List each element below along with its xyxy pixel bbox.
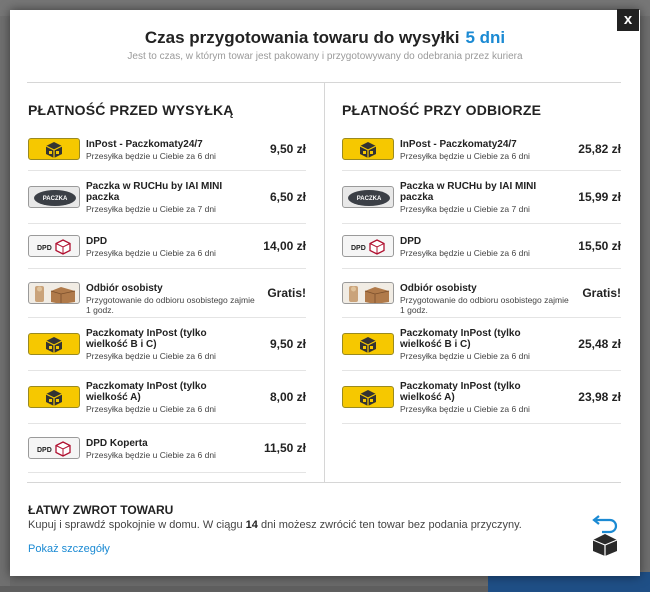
background-left bbox=[0, 16, 10, 586]
shipping-option-row: PACZKA Paczka w RUCHu by IAI MINI paczka P… bbox=[28, 171, 306, 224]
svg-text:DPD: DPD bbox=[37, 447, 52, 454]
shipping-option-price: Gratis! bbox=[267, 286, 306, 300]
inpost-logo-icon bbox=[28, 138, 80, 160]
dpd-logo-icon: DPD bbox=[342, 235, 394, 257]
ruch-logo-icon: PACZKA bbox=[342, 186, 394, 208]
shipping-option-description: Przesyłka będzie u Ciebie za 6 dni bbox=[400, 351, 530, 361]
easy-return-title: ŁATWY ZWROT TOWARU bbox=[28, 503, 174, 517]
shipping-option-description: Przesyłka będzie u Ciebie za 6 dni bbox=[400, 247, 530, 258]
shipping-option-row: InPost - Paczkomaty24/7 Przesyłka będzie … bbox=[342, 129, 621, 171]
background-right bbox=[640, 16, 650, 586]
shipping-option-description: Przesyłka będzie u Ciebie za 6 dni bbox=[86, 247, 216, 258]
shipping-option-row: Paczkomaty InPost (tylko wielkość A) Prze… bbox=[342, 371, 621, 424]
shipping-option-price: 15,99 zł bbox=[578, 190, 621, 204]
shipping-option-row: DPD DPD Przesyłka będzie u Ciebie za 6 dni… bbox=[28, 224, 306, 269]
shipping-option-price: 8,00 zł bbox=[269, 390, 306, 404]
shipping-option-name: InPost - Paczkomaty24/7 bbox=[400, 139, 517, 150]
preparation-days: 5 dni bbox=[465, 28, 506, 47]
easy-return-text: Kupuj i sprawdź spokojnie w domu. W ciąg… bbox=[28, 519, 522, 531]
shipping-option-name: Paczkomaty InPost (tylko wielkość B i C) bbox=[400, 328, 521, 350]
inpost-logo-icon bbox=[28, 333, 80, 355]
inpost-logo-icon bbox=[342, 138, 394, 160]
shipping-option-description: Przygotowanie do odbioru osobistego zajm… bbox=[400, 294, 569, 315]
shipping-option-row: Paczkomaty InPost (tylko wielkość B i C)… bbox=[342, 318, 621, 371]
shipping-option-price: 25,48 zł bbox=[578, 337, 621, 351]
column-divider bbox=[324, 83, 325, 482]
dpd-logo-icon: DPD bbox=[28, 235, 80, 257]
shipping-option-row: Odbiór osobisty Przygotowanie do odbioru … bbox=[28, 269, 306, 318]
modal-subtitle: Jest to czas, w którym towar jest pakowa… bbox=[127, 51, 523, 62]
shipping-option-price: 9,50 zł bbox=[269, 337, 306, 351]
svg-text:PACZKA: PACZKA bbox=[357, 196, 382, 202]
shipping-option-price: 9,50 zł bbox=[269, 142, 306, 156]
show-details-link[interactable]: Pokaż szczegóły bbox=[28, 543, 110, 555]
shipping-option-name: Paczkomaty InPost (tylko wielkość A) bbox=[86, 381, 207, 403]
shipping-option-price: 6,50 zł bbox=[269, 190, 306, 204]
shipping-option-name: DPD bbox=[86, 235, 108, 247]
personal-pickup-icon bbox=[342, 282, 394, 304]
shipping-option-price: 15,50 zł bbox=[578, 239, 621, 253]
shipping-option-price: 11,50 zł bbox=[263, 441, 306, 455]
return-box-icon bbox=[590, 514, 620, 561]
shipping-option-row: PACZKA Paczka w RUCHu by IAI MINI paczka P… bbox=[342, 171, 621, 224]
shipping-option-price: 23,98 zł bbox=[578, 390, 621, 404]
shipping-option-row: DPD DPD Przesyłka będzie u Ciebie za 6 dni… bbox=[342, 224, 621, 269]
shipping-option-row: Odbiór osobisty Przygotowanie do odbioru … bbox=[342, 269, 621, 318]
shipping-option-name: Odbiór osobisty bbox=[400, 282, 477, 294]
shipping-option-description: Przesyłka będzie u Ciebie za 6 dni bbox=[86, 351, 216, 361]
personal-pickup-icon bbox=[28, 282, 80, 304]
shipping-option-name: Odbiór osobisty bbox=[86, 282, 163, 294]
shipping-option-description: Przesyłka będzie u Ciebie za 7 dni bbox=[400, 204, 530, 214]
shipping-option-description: Przesyłka będzie u Ciebie za 6 dni bbox=[86, 151, 216, 161]
shipping-option-name: Paczkomaty InPost (tylko wielkość B i C) bbox=[86, 328, 207, 350]
shipping-option-price: 14,00 zł bbox=[263, 239, 306, 253]
return-days: 14 bbox=[245, 519, 258, 531]
shipping-option-description: Przesyłka będzie u Ciebie za 6 dni bbox=[400, 404, 530, 414]
svg-text:DPD: DPD bbox=[351, 245, 366, 252]
shipping-option-name: Paczkomaty InPost (tylko wielkość A) bbox=[400, 381, 521, 403]
shipping-option-name: Paczka w RUCHu by IAI MINI paczka bbox=[400, 181, 537, 203]
divider bbox=[27, 482, 621, 483]
shipping-option-name: Paczka w RUCHu by IAI MINI paczka bbox=[86, 181, 223, 203]
dpd-logo-icon: DPD bbox=[28, 437, 80, 459]
shipping-option-row: DPD DPD Koperta Przesyłka będzie u Ciebie … bbox=[28, 424, 306, 473]
inpost-logo-icon bbox=[28, 386, 80, 408]
shipping-option-description: Przesyłka będzie u Ciebie za 7 dni bbox=[86, 204, 216, 214]
inpost-logo-icon bbox=[342, 333, 394, 355]
shipping-option-description: Przesyłka będzie u Ciebie za 6 dni bbox=[400, 151, 530, 161]
svg-text:PACZKA: PACZKA bbox=[43, 196, 68, 202]
shipping-option-description: Przesyłka będzie u Ciebie za 6 dni bbox=[86, 404, 216, 414]
svg-text:DPD: DPD bbox=[37, 245, 52, 252]
shipping-option-price: 25,82 zł bbox=[578, 142, 621, 156]
cash-on-delivery-heading: PŁATNOŚĆ PRZY ODBIORZE bbox=[342, 102, 542, 118]
shipping-option-name: DPD Koperta bbox=[86, 437, 148, 449]
shipping-option-name: InPost - Paczkomaty24/7 bbox=[86, 139, 203, 150]
shipping-option-name: DPD bbox=[400, 235, 422, 247]
ruch-logo-icon: PACZKA bbox=[28, 186, 80, 208]
shipping-option-row: InPost - Paczkomaty24/7 Przesyłka będzie … bbox=[28, 129, 306, 171]
shipping-option-row: Paczkomaty InPost (tylko wielkość B i C)… bbox=[28, 318, 306, 371]
shipping-option-row: Paczkomaty InPost (tylko wielkość A) Prze… bbox=[28, 371, 306, 424]
shipping-option-price: Gratis! bbox=[582, 286, 621, 300]
before-shipment-heading: PŁATNOŚĆ PRZED WYSYŁKĄ bbox=[28, 102, 234, 118]
modal-title: Czas przygotowania towaru do wysyłki 5 dn… bbox=[144, 28, 506, 47]
inpost-logo-icon bbox=[342, 386, 394, 408]
shipping-option-description: Przesyłka będzie u Ciebie za 6 dni bbox=[86, 449, 216, 460]
shipping-option-description: Przygotowanie do odbioru osobistego zajm… bbox=[86, 294, 255, 315]
